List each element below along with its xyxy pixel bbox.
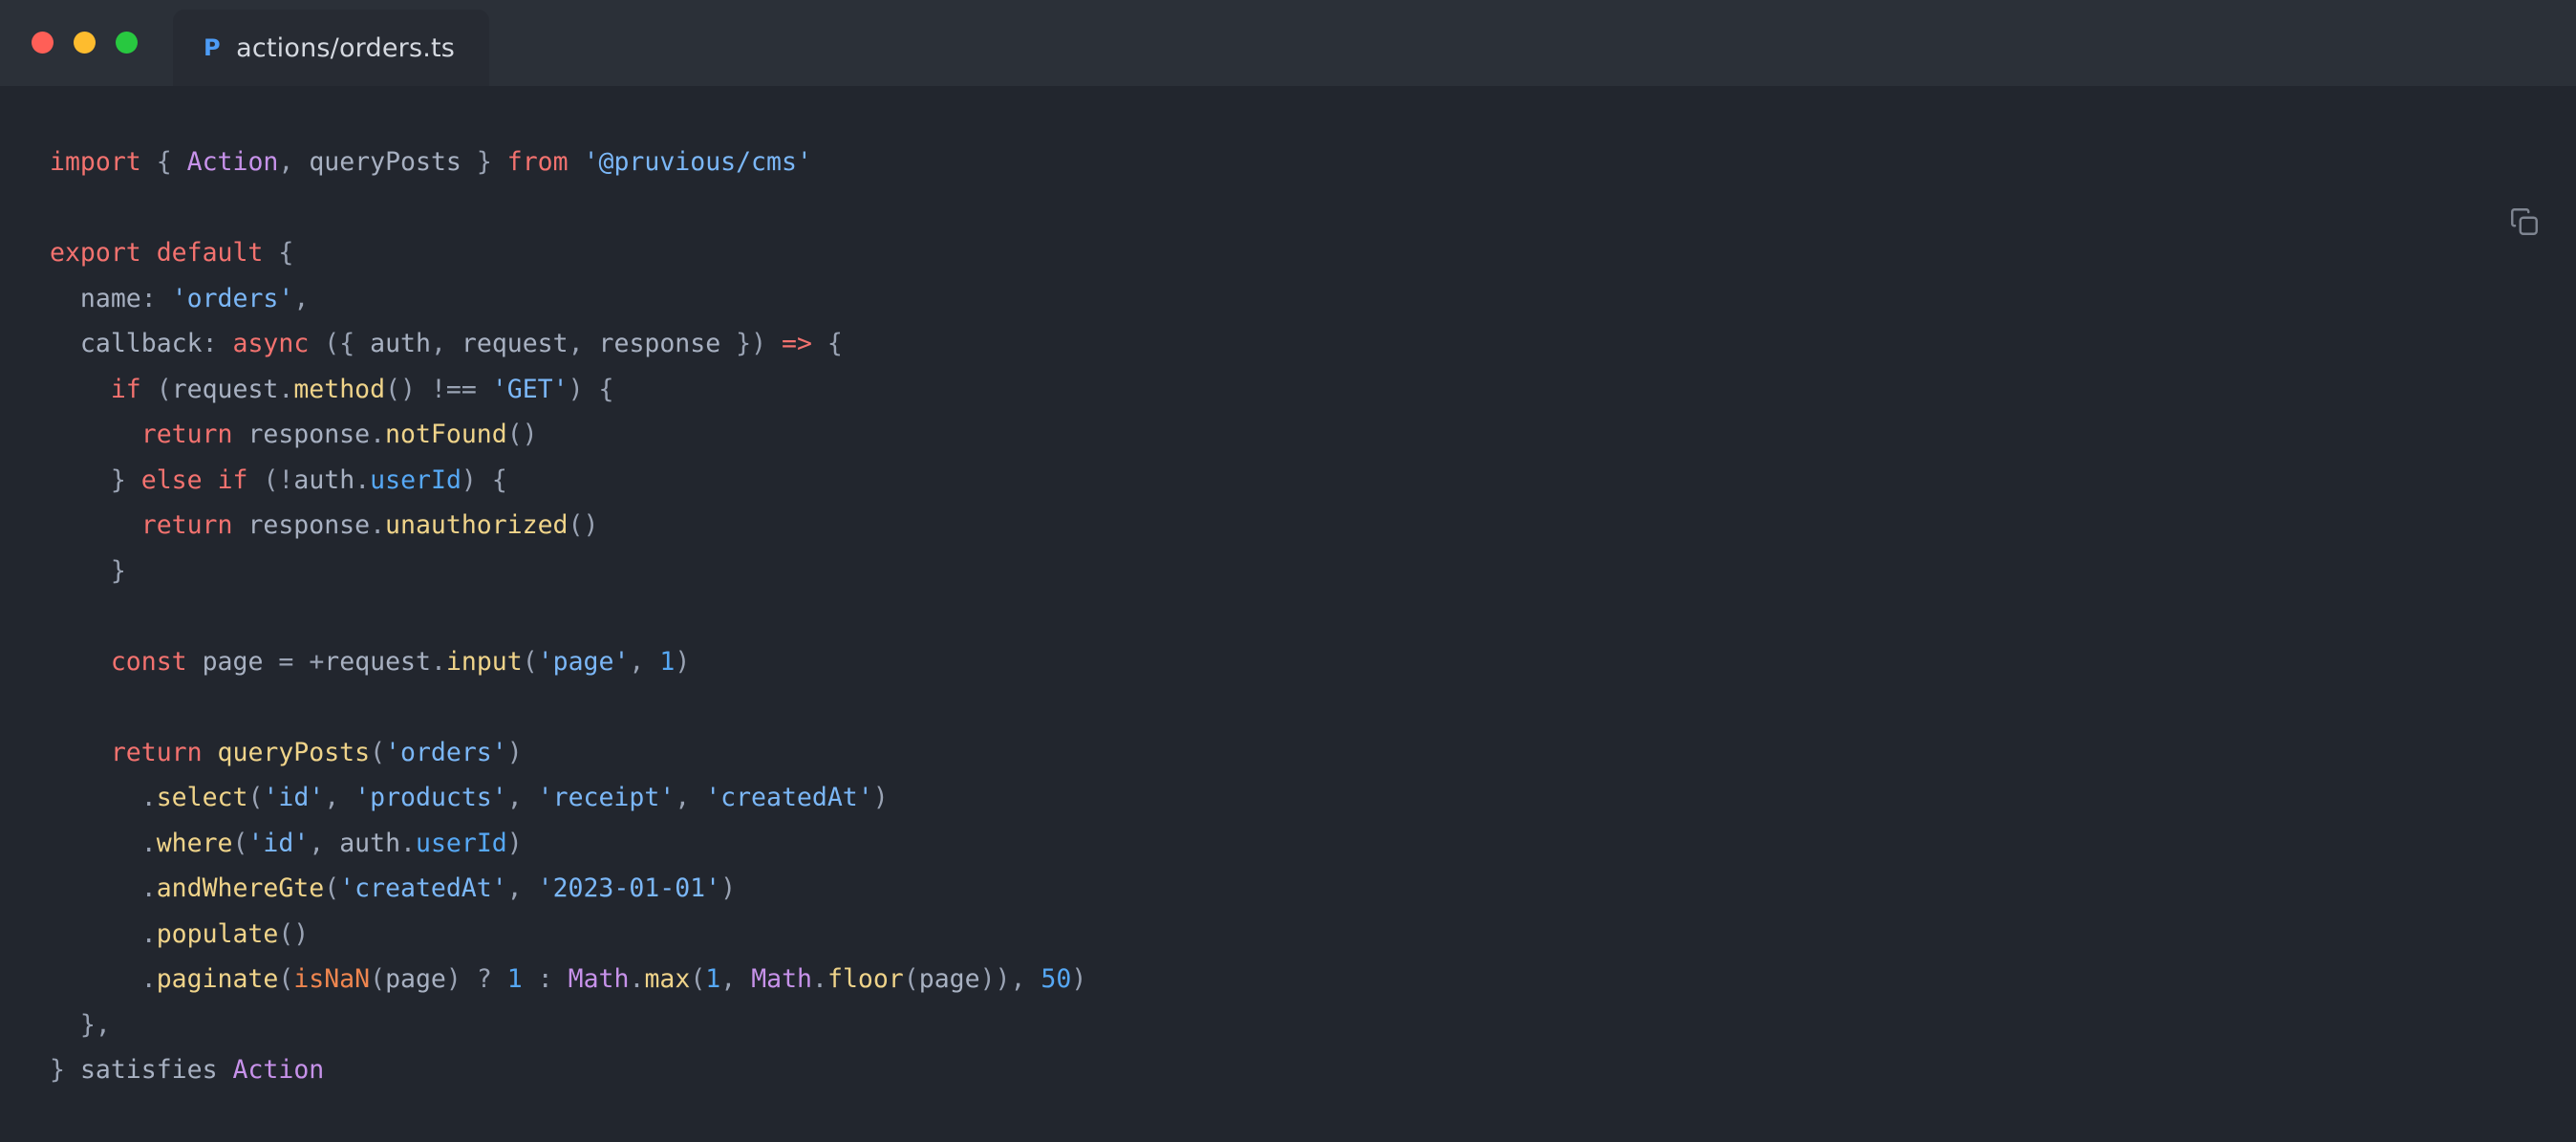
maximize-window-button[interactable] xyxy=(116,32,138,54)
code-line: name: 'orders', xyxy=(79,283,310,313)
minimize-window-button[interactable] xyxy=(74,32,96,54)
code-line: if (request.method() !== 'GET') { xyxy=(110,374,614,404)
code-line: .populate() xyxy=(140,918,310,949)
tab-actions-orders-ts[interactable]: P actions/orders.ts xyxy=(173,10,490,86)
code-editor[interactable]: import { Action, queryPosts } from '@pru… xyxy=(0,86,2576,1142)
pruvious-file-icon: P xyxy=(204,34,222,61)
code-line: } satisfies Action xyxy=(50,1055,325,1085)
code-block: import { Action, queryPosts } from '@pru… xyxy=(0,113,2576,1093)
code-line: .andWhereGte('createdAt', '2023-01-01') xyxy=(140,873,737,903)
code-line: return queryPosts('orders') xyxy=(110,737,523,767)
code-line: import { Action, queryPosts } from '@pru… xyxy=(50,147,812,177)
code-line: return response.unauthorized() xyxy=(140,510,599,540)
copy-icon xyxy=(2511,208,2538,235)
traffic-lights xyxy=(32,32,138,54)
code-line: .where('id', auth.userId) xyxy=(140,828,523,858)
tab-bar: P actions/orders.ts xyxy=(173,10,490,86)
code-line: .paginate(isNaN(page) ? 1 : Math.max(1, … xyxy=(140,964,1087,994)
close-window-button[interactable] xyxy=(32,32,54,54)
title-bar: P actions/orders.ts xyxy=(0,0,2576,86)
code-line: callback: async ({ auth, request, respon… xyxy=(79,329,843,358)
code-line: const page = +request.input('page', 1) xyxy=(110,646,691,677)
code-line: } xyxy=(110,555,126,586)
code-line: .select('id', 'products', 'receipt', 'cr… xyxy=(140,783,889,812)
code-line: export default { xyxy=(50,238,294,268)
tab-label: actions/orders.ts xyxy=(236,32,456,63)
copy-code-button[interactable] xyxy=(2503,201,2545,243)
code-window: P actions/orders.ts import { Action, que… xyxy=(0,0,2576,1142)
code-line: } else if (!auth.userId) { xyxy=(110,464,507,495)
code-line: }, xyxy=(79,1009,111,1040)
code-line: return response.notFound() xyxy=(140,420,538,449)
